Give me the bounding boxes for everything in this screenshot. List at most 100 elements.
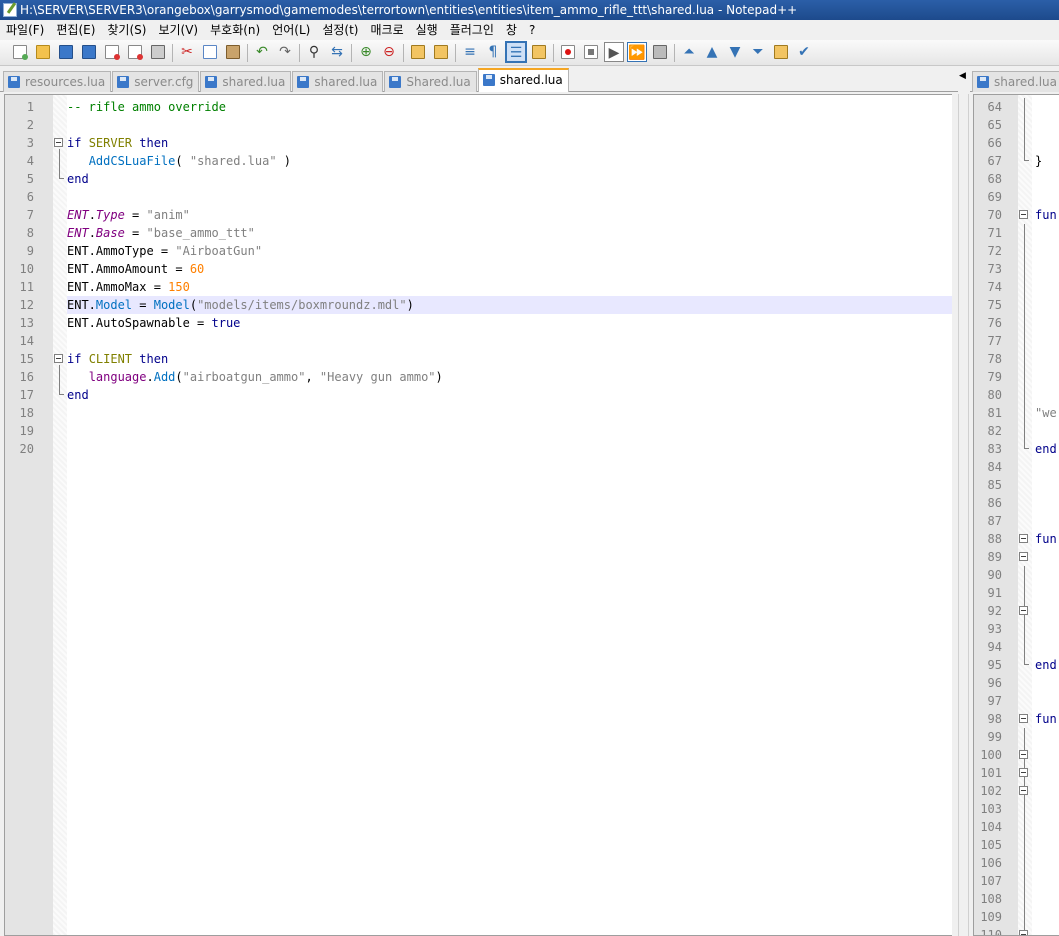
save-macro-button[interactable] [650,42,670,62]
tab-label: shared.lua [994,75,1057,89]
copy-button[interactable] [200,42,220,62]
stop-record-button[interactable] [581,42,601,62]
fold-end-marker [1024,160,1029,161]
sync-horizontal-button[interactable] [431,42,451,62]
cut-button[interactable]: ✂ [177,42,197,62]
toolbar: ✂ ↶ ↷ ⚲ ⇆ ⊕ ⊖ ≡ ¶ ☰ ▶ ⏩ ⏶ ▲ ▼ ⏷ ✔ [0,40,1059,66]
code-line: 19 [5,422,945,440]
expand-down-button[interactable]: ▼ [725,42,745,62]
tab-shared-lua[interactable]: shared.lua [477,68,569,92]
menu-item[interactable]: 찾기(S) [101,20,152,40]
code-text: end [67,170,89,188]
menu-item[interactable]: 실행 [410,20,444,40]
indent-guide-button[interactable]: ☰ [505,41,527,63]
editor-secondary[interactable]: 64 65 66 67} 68 69 70 fun 71 72 73 74 75 76 77 78 79 80 81… [973,94,1059,936]
editor-main[interactable]: 1 -- rifle ammo override 2 3 if SERVER then 4… [4,94,952,936]
tab-shared-lua[interactable]: shared.lua [972,71,1059,92]
run-macro-multiple-button[interactable]: ⏩ [627,42,647,62]
close-button[interactable] [102,42,122,62]
undo-button[interactable]: ↶ [252,42,272,62]
line-number: 96 [987,676,1002,690]
menu-item[interactable]: 부호화(n) [204,20,266,40]
tab-shared-lua[interactable]: shared.lua [292,71,384,92]
save-all-button[interactable] [79,42,99,62]
line-number: 81 [987,406,1002,420]
spellcheck-launcher-button[interactable] [771,42,791,62]
file-saved-icon [205,76,218,88]
split-view-divider[interactable] [958,94,969,936]
fold-collapse-icon[interactable] [54,354,63,363]
find-button[interactable]: ⚲ [304,42,324,62]
play-macro-button[interactable]: ▶ [604,42,624,62]
fold-guide [59,149,60,179]
close-all-button[interactable] [125,42,145,62]
redo-button[interactable]: ↷ [275,42,295,62]
toolbar-separator [247,44,248,62]
fold-all-button[interactable]: ⏶ [679,42,699,62]
show-all-chars-button[interactable]: ¶ [483,42,503,62]
code-line: 80 [974,386,1059,404]
menu-item[interactable]: 언어(L) [266,20,316,40]
fold-collapse-icon[interactable] [1019,930,1028,935]
badge-dot [114,54,120,60]
fold-collapse-icon[interactable] [1019,768,1028,777]
zoom-out-button[interactable]: ⊖ [379,42,399,62]
code-line: 65 [974,116,1059,134]
menu-item[interactable]: 보기(V) [152,20,204,40]
code-token: . [88,226,96,240]
fold-collapse-icon[interactable] [1019,786,1028,795]
tab-scroll-left-icon[interactable]: ◀ [959,71,966,81]
code-line: 94 [974,638,1059,656]
fold-collapse-icon[interactable] [1019,534,1028,543]
menu-item[interactable]: 설정(t) [316,20,364,40]
print-button[interactable] [148,42,168,62]
menu-item[interactable]: 매크로 [365,20,410,40]
menu-item[interactable]: ? [523,20,541,40]
tab-shared-lua[interactable]: shared.lua [200,71,292,92]
new-file-button[interactable] [10,42,30,62]
code-line: 105 [974,836,1059,854]
code-line: 75 [974,296,1059,314]
title-bar: H:\SERVER\SERVER3\orangebox\garrysmod\ga… [0,0,1059,20]
replace-button[interactable]: ⇆ [327,42,347,62]
code-line: 6 [5,188,945,206]
code-token: . [88,208,96,222]
fold-collapse-icon[interactable] [1019,714,1028,723]
file-saved-icon [977,76,989,88]
tab-resources-lua[interactable]: resources.lua [3,71,112,92]
fold-collapse-icon[interactable] [54,138,63,147]
collapse-up-icon: ▲ [706,44,718,60]
save-button[interactable] [56,42,76,62]
window-title: H:\SERVER\SERVER3\orangebox\garrysmod\ga… [20,3,798,17]
paste-button[interactable] [223,42,243,62]
tab-shared-lua[interactable]: Shared.lua [384,71,477,92]
code-line: 93 [974,620,1059,638]
line-number: 108 [980,892,1002,906]
fold-collapse-icon[interactable] [1019,210,1028,219]
replace-icon: ⇆ [331,44,343,60]
line-number: 85 [987,478,1002,492]
doc-map-button[interactable] [529,42,549,62]
spellcheck-button[interactable]: ✔ [794,42,814,62]
record-macro-button[interactable] [558,42,578,62]
line-number: 82 [987,424,1002,438]
menu-item[interactable]: 파일(F) [0,20,50,40]
menu-item[interactable]: 편집(E) [50,20,101,40]
line-number: 102 [980,784,1002,798]
collapse-up-button[interactable]: ▲ [702,42,722,62]
code-token: . [146,370,154,384]
fold-collapse-icon[interactable] [1019,606,1028,615]
tab-server-cfg[interactable]: server.cfg [112,71,200,92]
sync-vertical-button[interactable] [408,42,428,62]
menu-item[interactable]: 플러그인 [444,20,500,40]
fold-collapse-icon[interactable] [1019,750,1028,759]
line-number: 79 [987,370,1002,384]
zoom-in-button[interactable]: ⊕ [356,42,376,62]
fold-collapse-icon[interactable] [1019,552,1028,561]
unfold-all-button[interactable]: ⏷ [748,42,768,62]
menu-item[interactable]: 창 [500,20,523,40]
word-wrap-button[interactable]: ≡ [460,42,480,62]
open-file-button[interactable] [33,42,53,62]
code-line: 72 [974,242,1059,260]
